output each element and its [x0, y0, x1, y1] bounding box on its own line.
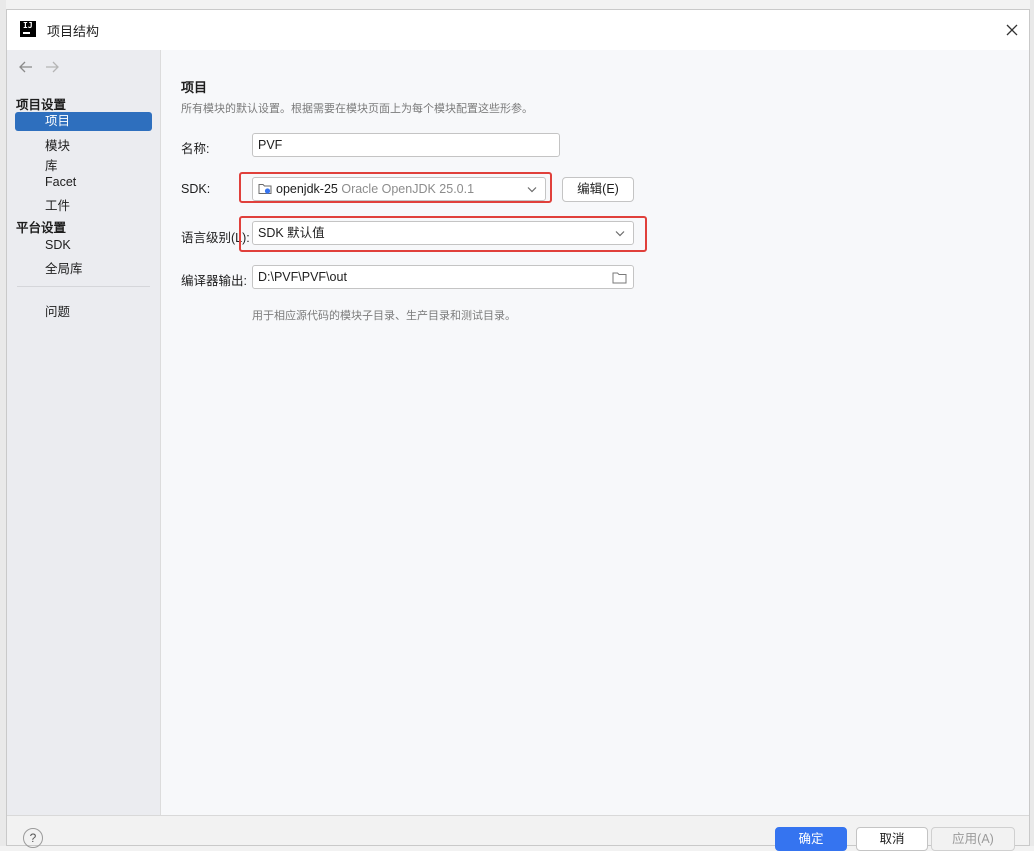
- project-settings-panel: 项目 所有模块的默认设置。根据需要在模块页面上为每个模块配置这些形参。 名称: …: [161, 50, 1029, 816]
- background-window-edge-right: [1030, 0, 1034, 846]
- compiler-output-label: 编译器输出:: [181, 274, 247, 288]
- sidebar-item-global-libraries[interactable]: 全局库: [45, 258, 83, 277]
- browse-folder-icon[interactable]: [612, 271, 627, 284]
- sidebar-divider: [17, 286, 150, 287]
- compiler-output-value: D:\PVF\PVF\out: [258, 270, 347, 284]
- arrow-right-icon: [46, 61, 59, 73]
- apply-button[interactable]: 应用(A): [931, 827, 1015, 851]
- project-structure-dialog: IJ 项目结构 项目设置 项目 模块 库 Facet 工件 平台设置 SDK 全…: [6, 9, 1030, 851]
- sdk-detail: Oracle OpenJDK 25.0.1: [341, 182, 475, 196]
- language-level-dropdown[interactable]: SDK 默认值: [252, 221, 634, 245]
- back-button[interactable]: [18, 60, 34, 74]
- close-button[interactable]: [1001, 19, 1023, 41]
- chevron-down-icon: [527, 187, 537, 193]
- sidebar-item-facets[interactable]: Facet: [45, 175, 76, 189]
- chevron-down-icon: [615, 231, 625, 237]
- compiler-output-hint: 用于相应源代码的模块子目录、生产目录和测试目录。: [252, 310, 516, 322]
- compiler-output-field[interactable]: D:\PVF\PVF\out: [252, 265, 634, 289]
- language-level-value: SDK 默认值: [258, 226, 325, 240]
- forward-button[interactable]: [44, 60, 60, 74]
- name-label: 名称:: [181, 142, 210, 156]
- sidebar-item-problems[interactable]: 问题: [45, 301, 70, 320]
- dialog-footer: ? 确定 取消 应用(A): [7, 815, 1029, 851]
- page-title: 项目: [181, 80, 208, 95]
- intellij-idea-icon: IJ: [20, 21, 36, 37]
- sidebar-item-project[interactable]: 项目: [15, 112, 152, 131]
- sidebar-item-sdks[interactable]: SDK: [45, 238, 71, 252]
- sidebar-item-modules[interactable]: 模块: [45, 135, 70, 154]
- project-name-value: PVF: [258, 138, 283, 152]
- window-title: 项目结构: [47, 24, 100, 39]
- sidebar-item-artifacts[interactable]: 工件: [45, 195, 70, 214]
- project-name-field[interactable]: PVF: [252, 133, 560, 157]
- sdk-dropdown[interactable]: openjdk-25 Oracle OpenJDK 25.0.1: [252, 177, 546, 201]
- jdk-folder-icon: [258, 184, 272, 194]
- title-bar: IJ 项目结构: [7, 10, 1029, 51]
- page-description: 所有模块的默认设置。根据需要在模块页面上为每个模块配置这些形参。: [181, 103, 533, 115]
- arrow-left-icon: [19, 61, 32, 73]
- section-project-settings: 项目设置: [16, 98, 67, 112]
- sidebar-item-libraries[interactable]: 库: [45, 155, 58, 174]
- help-button[interactable]: ?: [23, 828, 43, 848]
- close-icon: [1006, 24, 1018, 36]
- sidebar: 项目设置 项目 模块 库 Facet 工件 平台设置 SDK 全局库 问题: [7, 50, 161, 816]
- section-platform-settings: 平台设置: [16, 221, 67, 235]
- sdk-name: openjdk-25: [276, 182, 338, 196]
- ok-button[interactable]: 确定: [775, 827, 847, 851]
- cancel-button[interactable]: 取消: [856, 827, 928, 851]
- sdk-label: SDK:: [181, 182, 211, 196]
- sdk-edit-button[interactable]: 编辑(E): [562, 177, 634, 202]
